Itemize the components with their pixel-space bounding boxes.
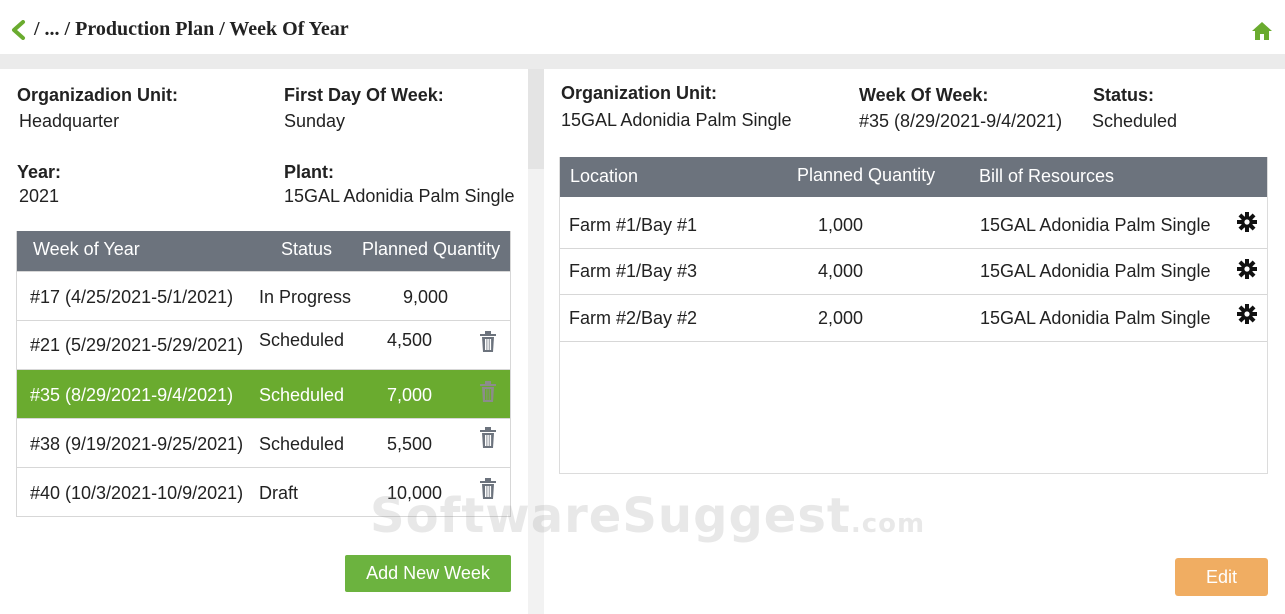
add-new-week-button[interactable]: Add New Week bbox=[345, 555, 511, 592]
quantity-cell: 1,000 bbox=[818, 215, 864, 235]
quantity-cell: 4,500 bbox=[387, 330, 433, 350]
column-header-planned-quantity[interactable]: Planned Quantity bbox=[362, 239, 500, 260]
week-cell: #35 (8/29/2021-9/4/2021) bbox=[30, 385, 234, 405]
watermark: SoftwareSuggest.com bbox=[370, 488, 925, 544]
right-org-unit-value: 15GAL Adonidia Palm Single bbox=[561, 110, 792, 130]
status-cell: Scheduled bbox=[259, 330, 345, 350]
week-cell: #38 (9/19/2021-9/25/2021) bbox=[30, 434, 244, 454]
plant-label: Plant: bbox=[284, 162, 335, 182]
location-cell: Farm #2/Bay #2 bbox=[569, 308, 698, 328]
locations-table: Location Planned Quantity Bill of Resour… bbox=[559, 157, 1268, 474]
week-row-selected[interactable]: #35 (8/29/2021-9/4/2021) Scheduled 7,000 bbox=[17, 369, 510, 418]
location-cell: Farm #1/Bay #3 bbox=[569, 261, 698, 281]
watermark-text: SoftwareSuggest bbox=[370, 488, 851, 544]
plant-value: 15GAL Adonidia Palm Single bbox=[284, 186, 515, 206]
trash-icon[interactable] bbox=[479, 381, 497, 403]
trash-icon[interactable] bbox=[479, 331, 497, 353]
first-day-value: Sunday bbox=[284, 111, 346, 131]
scrollbar-thumb[interactable] bbox=[528, 69, 544, 169]
status-cell: In Progress bbox=[259, 287, 352, 307]
back-chevron-icon[interactable] bbox=[10, 20, 26, 40]
quantity-cell: 2,000 bbox=[818, 308, 864, 328]
quantity-cell: 9,000 bbox=[403, 287, 449, 307]
bor-cell: 15GAL Adonidia Palm Single bbox=[980, 215, 1211, 235]
watermark-suffix: .com bbox=[850, 509, 926, 539]
location-row[interactable]: Farm #1/Bay #1 1,000 15GAL Adonidia Palm… bbox=[560, 197, 1267, 249]
status-label: Status: bbox=[1093, 85, 1155, 105]
week-row[interactable]: #21 (5/29/2021-5/29/2021) Scheduled 4,50… bbox=[17, 320, 510, 369]
week-of-week-value: #35 (8/29/2021-9/4/2021) bbox=[859, 111, 1063, 131]
breadcrumb: / ... / Production Plan / Week Of Year bbox=[34, 18, 349, 40]
location-row[interactable]: Farm #1/Bay #3 4,000 15GAL Adonidia Palm… bbox=[560, 249, 1267, 295]
column-header-status[interactable]: Status bbox=[281, 239, 332, 260]
quantity-cell: 7,000 bbox=[387, 385, 433, 405]
column-header-bill-of-resources[interactable]: Bill of Resources bbox=[979, 166, 1114, 187]
quantity-cell: 5,500 bbox=[387, 434, 433, 454]
status-cell: Scheduled bbox=[259, 434, 345, 454]
locations-table-header: Location Planned Quantity Bill of Resour… bbox=[560, 157, 1267, 197]
year-label: Year: bbox=[17, 162, 62, 182]
org-unit-label: Organizadion Unit: bbox=[17, 85, 178, 105]
right-org-unit-label: Organization Unit: bbox=[561, 83, 717, 103]
location-cell: Farm #1/Bay #1 bbox=[569, 215, 698, 235]
weeks-table: Week of Year Status Planned Quantity #17… bbox=[16, 231, 511, 517]
gear-icon[interactable] bbox=[1237, 259, 1257, 279]
home-icon[interactable] bbox=[1251, 20, 1273, 42]
week-of-week-label: Week Of Week: bbox=[859, 85, 989, 105]
status-value: Scheduled bbox=[1092, 111, 1178, 131]
week-cell: #40 (10/3/2021-10/9/2021) bbox=[30, 483, 244, 503]
status-cell: Scheduled bbox=[259, 385, 345, 405]
weeks-table-header: Week of Year Status Planned Quantity bbox=[17, 231, 510, 271]
gear-icon[interactable] bbox=[1237, 304, 1257, 324]
org-unit-value: Headquarter bbox=[19, 111, 120, 131]
location-row[interactable]: Farm #2/Bay #2 2,000 15GAL Adonidia Palm… bbox=[560, 295, 1267, 342]
quantity-cell: 4,000 bbox=[818, 261, 864, 281]
year-value: 2021 bbox=[19, 186, 60, 206]
column-header-location[interactable]: Location bbox=[570, 166, 638, 187]
week-row[interactable]: #17 (4/25/2021-5/1/2021) In Progress 9,0… bbox=[17, 271, 510, 320]
trash-icon[interactable] bbox=[479, 427, 497, 449]
status-cell: Draft bbox=[259, 483, 299, 503]
bor-cell: 15GAL Adonidia Palm Single bbox=[980, 261, 1211, 281]
header-divider bbox=[0, 54, 1285, 69]
week-cell: #17 (4/25/2021-5/1/2021) bbox=[30, 287, 234, 307]
top-bar: / ... / Production Plan / Week Of Year bbox=[0, 0, 1285, 54]
gear-icon[interactable] bbox=[1237, 212, 1257, 232]
bor-cell: 15GAL Adonidia Palm Single bbox=[980, 308, 1211, 328]
edit-button[interactable]: Edit bbox=[1175, 558, 1268, 596]
week-cell: #21 (5/29/2021-5/29/2021) bbox=[30, 335, 244, 355]
week-row[interactable]: #38 (9/19/2021-9/25/2021) Scheduled 5,50… bbox=[17, 418, 510, 467]
first-day-label: First Day Of Week: bbox=[284, 85, 444, 105]
column-header-planned-quantity[interactable]: Planned Quantity bbox=[797, 165, 935, 186]
column-header-week[interactable]: Week of Year bbox=[33, 239, 140, 260]
